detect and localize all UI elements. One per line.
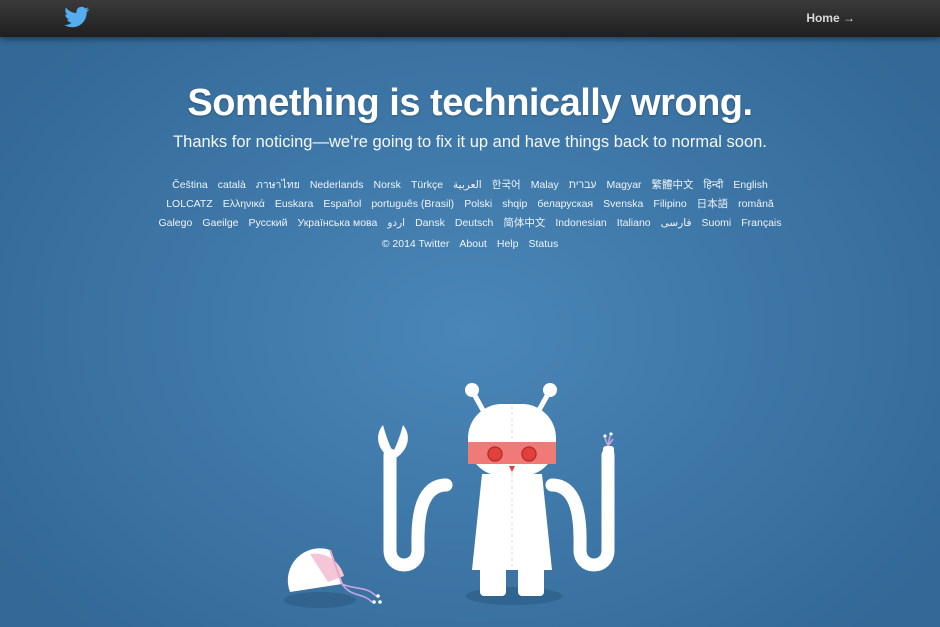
language-link[interactable]: Türkçe xyxy=(411,176,443,195)
language-link[interactable]: Українська мова xyxy=(298,214,378,233)
language-link[interactable]: עברית xyxy=(569,176,597,195)
language-link[interactable]: Malay xyxy=(531,176,559,195)
language-link[interactable]: Gaeilge xyxy=(202,214,238,233)
language-link[interactable]: Filipino xyxy=(653,195,686,214)
broken-robot-illustration xyxy=(284,383,615,608)
language-link[interactable]: Dansk xyxy=(415,214,445,233)
language-link[interactable]: Nederlands xyxy=(310,176,364,195)
language-row-3: Galego Gaeilge Русский Українська мова اردو D… xyxy=(0,214,940,233)
language-link[interactable]: Galego xyxy=(158,214,192,233)
language-link[interactable]: हिन्दी xyxy=(704,176,724,195)
language-link[interactable]: Suomi xyxy=(701,214,731,233)
language-link[interactable]: Русский xyxy=(249,214,288,233)
language-link[interactable]: română xyxy=(738,195,774,214)
language-link[interactable]: فارسی xyxy=(661,214,692,233)
language-link[interactable]: English xyxy=(733,176,767,195)
language-link[interactable]: Svenska xyxy=(603,195,643,214)
language-link[interactable]: Español xyxy=(323,195,361,214)
language-link[interactable]: беларуская xyxy=(537,195,593,214)
home-link[interactable]: Home → xyxy=(806,11,855,25)
language-link[interactable]: اردو xyxy=(387,214,405,233)
language-link[interactable]: 한국어 xyxy=(492,176,521,195)
language-link[interactable]: Français xyxy=(741,214,781,233)
about-link[interactable]: About xyxy=(459,237,486,251)
language-link[interactable]: português (Brasil) xyxy=(371,195,454,214)
language-link[interactable]: Norsk xyxy=(374,176,401,195)
language-link[interactable]: Čeština xyxy=(172,176,208,195)
language-link[interactable]: 日本語 xyxy=(697,195,729,214)
language-link[interactable]: Italiano xyxy=(617,214,651,233)
top-bar: Home → xyxy=(0,0,940,37)
status-link[interactable]: Status xyxy=(528,237,558,251)
language-link[interactable]: Ελληνικά xyxy=(223,195,265,214)
language-link[interactable]: 简体中文 xyxy=(503,214,545,233)
language-row-2: LOLCATZ Ελληνικά Euskara Español português (… xyxy=(0,195,940,214)
help-link[interactable]: Help xyxy=(497,237,519,251)
language-link[interactable]: Polski xyxy=(464,195,492,214)
language-list: Čeština català ภาษาไทย Nederlands Norsk Türkç… xyxy=(0,176,940,233)
language-link[interactable]: LOLCATZ xyxy=(166,195,212,214)
language-link[interactable]: العربية xyxy=(453,176,482,195)
language-link[interactable]: ภาษาไทย xyxy=(256,176,300,195)
error-subhead: Thanks for noticing—we're going to fix i… xyxy=(173,133,767,151)
twitter-bird-icon[interactable] xyxy=(64,6,90,30)
language-link[interactable]: Magyar xyxy=(607,176,642,195)
language-link[interactable]: 繁體中文 xyxy=(652,176,694,195)
language-link[interactable]: shqip xyxy=(502,195,527,214)
footer-links: © 2014 Twitter About Help Status xyxy=(0,237,940,251)
language-link[interactable]: català xyxy=(218,176,246,195)
language-link[interactable]: Deutsch xyxy=(455,214,494,233)
copyright-text: © 2014 Twitter xyxy=(381,238,450,250)
language-row-1: Čeština català ภาษาไทย Nederlands Norsk Türkç… xyxy=(0,176,940,195)
language-link[interactable]: Euskara xyxy=(275,195,314,214)
language-link[interactable]: Indonesian xyxy=(555,214,606,233)
error-headline: Something is technically wrong. xyxy=(187,82,753,124)
